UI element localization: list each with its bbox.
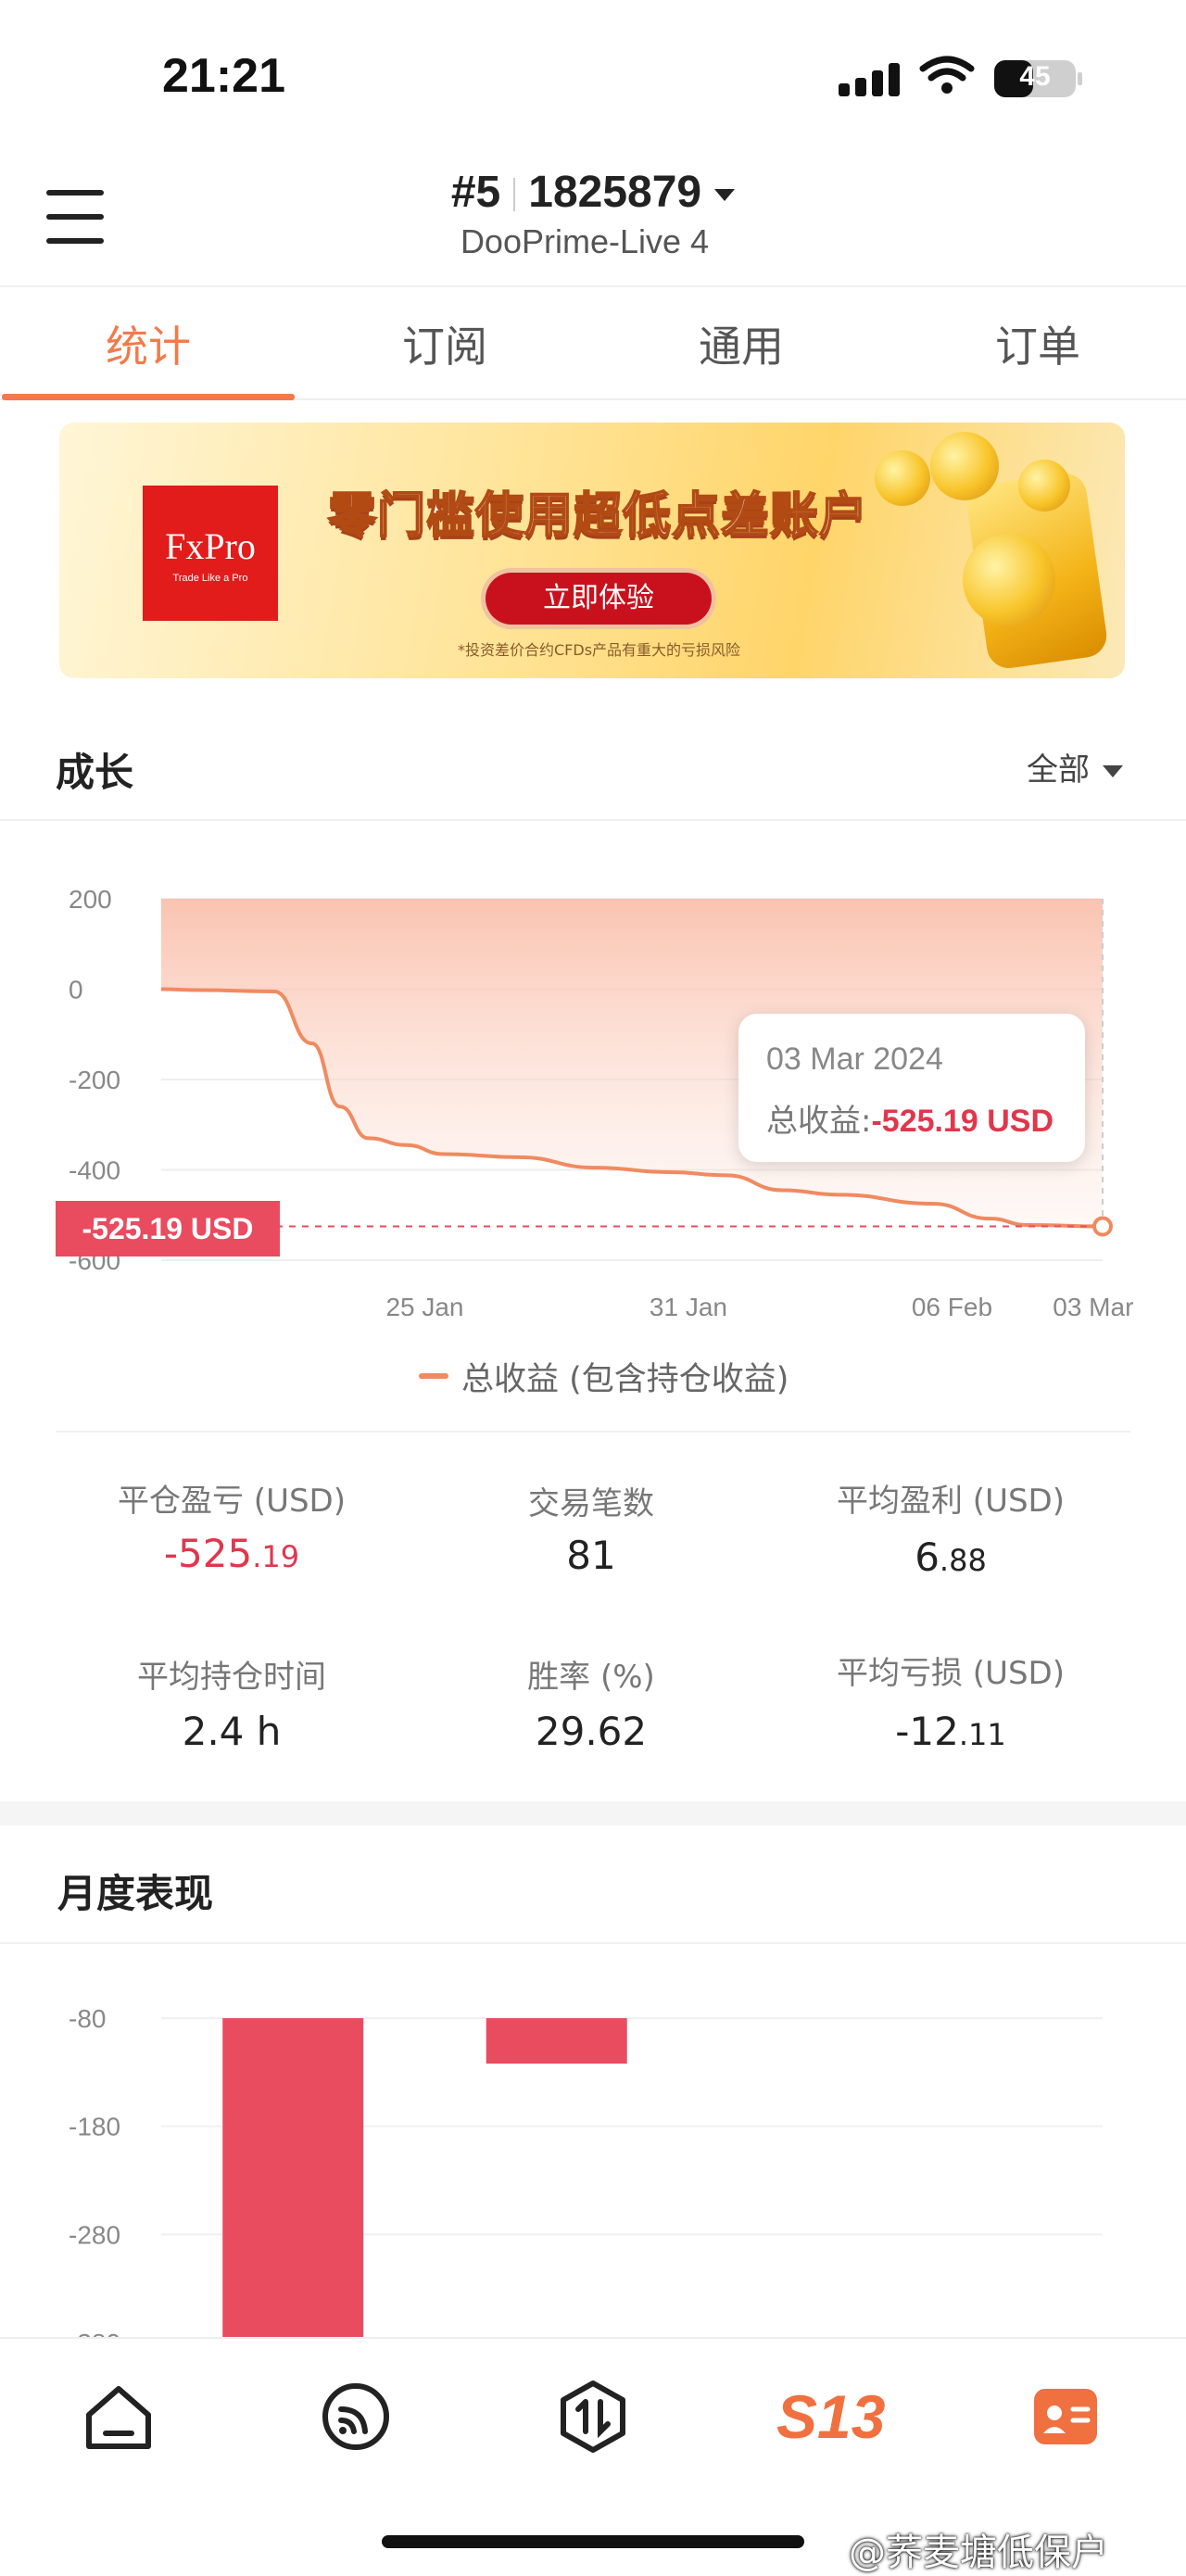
avg-loss-value: -12.11 xyxy=(895,1709,1006,1754)
current-value-tag: -525.19 USD xyxy=(56,1201,280,1256)
watermark: @荞麦塘低保户 xyxy=(849,2532,1108,2574)
fxpro-logo: FxPro Trade Like a Pro xyxy=(143,486,278,621)
try-now-button[interactable]: 立即体验 xyxy=(486,573,712,625)
legend-swatch xyxy=(419,1373,448,1379)
closed-pnl-label: 平仓盈亏 (USD) xyxy=(118,1483,346,1520)
promo-banner[interactable]: FxPro Trade Like a Pro 零门槛使用超低点差账户 立即体验 … xyxy=(59,423,1125,678)
banner-title: 零门槛使用超低点差账户 xyxy=(327,487,869,545)
account-id: 1825879 xyxy=(528,168,702,217)
server-name: DooPrime-Live 4 xyxy=(460,222,710,260)
y-tick-label: 0 xyxy=(69,976,83,1004)
avg-profit-label: 平均盈利 (USD) xyxy=(837,1483,1065,1520)
closed-pnl-value: -525.19 xyxy=(163,1531,300,1576)
signal-feed-icon[interactable] xyxy=(317,2378,395,2456)
y-tick-label: -200 xyxy=(69,1066,120,1094)
x-tick-label: 06 Feb xyxy=(912,1293,992,1316)
account-selector[interactable]: #5 1825879 xyxy=(0,167,1186,218)
cellular-signal-icon xyxy=(839,59,903,96)
battery-icon: 45 xyxy=(993,57,1084,100)
tooltip-row: 总收益:-525.19 USD xyxy=(766,1095,1054,1141)
y-tick-label: 200 xyxy=(69,885,112,914)
trade-exchange-icon[interactable] xyxy=(554,2378,632,2456)
wifi-icon xyxy=(919,56,975,94)
avg-hold-time-value: 2.4 h xyxy=(182,1709,282,1754)
monthly-bar-chart: -80 -180 -280 -380 xyxy=(69,2004,1103,2337)
period-filter-label: 全部 xyxy=(1027,751,1090,789)
y-tick-label: -80 xyxy=(69,2004,106,2033)
coin-icon xyxy=(1018,460,1070,511)
period-filter-dropdown[interactable]: 全部 xyxy=(1027,744,1123,789)
s13-logo-icon[interactable]: S13 xyxy=(776,2378,885,2456)
status-time: 21:21 xyxy=(162,49,285,103)
account-number: #5 xyxy=(450,168,501,217)
coin-icon xyxy=(930,432,999,500)
trade-count-label: 交易笔数 xyxy=(528,1485,654,1522)
x-tick-label: 03 Mar xyxy=(1053,1293,1133,1316)
tab-statistics[interactable]: 统计 xyxy=(0,287,296,400)
coin-icon xyxy=(875,450,930,506)
legend-label[interactable]: 总收益 (包含持仓收益) xyxy=(461,1353,789,1400)
avg-hold-time-label: 平均持仓时间 xyxy=(137,1659,326,1696)
avg-loss-label: 平均亏损 (USD) xyxy=(837,1655,1065,1692)
tab-bar: 统计 订阅 通用 订单 xyxy=(0,285,1186,400)
y-tick-label: -400 xyxy=(69,1156,120,1185)
tab-general[interactable]: 通用 xyxy=(593,287,890,398)
monthly-bar xyxy=(222,2018,364,2337)
growth-section-title: 成长 xyxy=(56,750,134,795)
y-tick-label: -280 xyxy=(69,2220,120,2249)
selected-point-marker xyxy=(1092,1216,1113,1237)
battery-level: 45 xyxy=(1019,61,1051,92)
tab-subscribe[interactable]: 订阅 xyxy=(296,287,593,398)
x-tick-label: 31 Jan xyxy=(650,1293,727,1316)
y-tick-label: -180 xyxy=(69,2113,120,2141)
section-separator xyxy=(0,1801,1186,1825)
home-icon[interactable] xyxy=(80,2378,158,2456)
home-indicator xyxy=(382,2535,804,2548)
profile-card-icon[interactable] xyxy=(1027,2378,1104,2456)
y-tick-label: -380 xyxy=(69,2329,120,2337)
caret-down-icon xyxy=(714,188,736,201)
monthly-section-title: 月度表现 xyxy=(57,1871,214,1916)
monthly-bar xyxy=(486,2018,627,2064)
win-rate-label: 胜率 (%) xyxy=(527,1659,655,1696)
tooltip-date: 03 Mar 2024 xyxy=(766,1042,943,1077)
banner-disclaimer: *投资差价合约CFDs产品有重大的亏损风险 xyxy=(458,641,741,659)
tooltip-label: 总收益: xyxy=(766,1103,872,1140)
win-rate-value: 29.62 xyxy=(535,1709,648,1754)
coin-icon xyxy=(963,534,1055,626)
caret-down-icon xyxy=(1103,765,1123,777)
tooltip-value: -525.19 USD xyxy=(871,1104,1054,1139)
x-tick-label: 25 Jan xyxy=(385,1293,463,1316)
tab-orders[interactable]: 订单 xyxy=(890,287,1186,398)
avg-profit-value: 6.88 xyxy=(915,1534,987,1580)
trade-count-value: 81 xyxy=(566,1533,616,1578)
chart-tooltip: 03 Mar 2024 总收益:-525.19 USD xyxy=(738,1014,1085,1162)
